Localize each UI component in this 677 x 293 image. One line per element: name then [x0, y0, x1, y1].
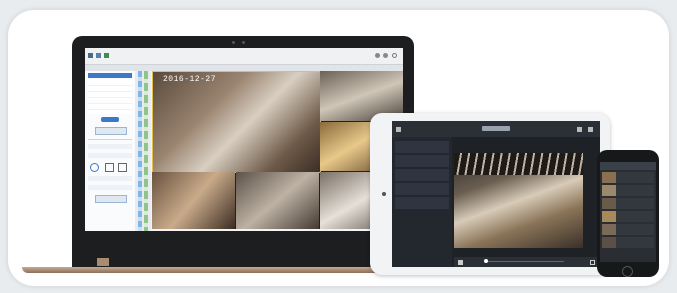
- player-controls: [454, 257, 600, 267]
- list-item[interactable]: [395, 183, 449, 195]
- recordings-title: [482, 126, 510, 131]
- phone-screen: [600, 162, 656, 262]
- laptop-screen: 2016-12-27: [85, 48, 403, 231]
- seek-handle[interactable]: [484, 259, 488, 263]
- list-item[interactable]: [395, 141, 449, 153]
- tablet-home-button: [382, 192, 386, 196]
- zoom-icon[interactable]: [105, 163, 114, 172]
- menu-icon[interactable]: [88, 53, 93, 58]
- phone-home-button: [622, 266, 633, 277]
- list-icon[interactable]: [577, 127, 582, 132]
- camera-view-5[interactable]: [236, 172, 319, 229]
- camera-view-4[interactable]: [152, 172, 235, 229]
- user-icon[interactable]: [383, 53, 388, 58]
- tablet-screen: [392, 121, 600, 267]
- recording-bars: [138, 71, 142, 231]
- divider: [88, 139, 132, 140]
- camera-view-main[interactable]: 2016-12-27: [152, 71, 321, 173]
- list-item[interactable]: [395, 169, 449, 181]
- fullscreen-icon[interactable]: [118, 163, 127, 172]
- grid-icon[interactable]: [96, 53, 101, 58]
- volume-field[interactable]: [88, 185, 132, 190]
- event-bars: [144, 71, 148, 231]
- phone-header: [600, 162, 656, 170]
- app-toolbar: [85, 48, 403, 65]
- calendar-grid[interactable]: [88, 80, 132, 114]
- live-timestamp: 2016-12-27: [163, 75, 217, 84]
- list-item[interactable]: [602, 224, 654, 235]
- speed-field[interactable]: [88, 176, 132, 181]
- recording-list: [392, 137, 452, 267]
- camera-select[interactable]: [88, 153, 132, 158]
- list-item[interactable]: [395, 155, 449, 167]
- play-icon[interactable]: [458, 260, 463, 265]
- recordings-header: [392, 121, 600, 137]
- camera-grid: 2016-12-27: [152, 71, 403, 229]
- play-controls[interactable]: [101, 117, 119, 122]
- playback-video[interactable]: [454, 153, 583, 248]
- hinge-notch: [97, 258, 109, 266]
- sync-mode-button[interactable]: [95, 127, 127, 135]
- list-item[interactable]: [395, 197, 449, 209]
- list-item[interactable]: [602, 211, 654, 222]
- export-button[interactable]: [95, 195, 127, 203]
- list-item[interactable]: [602, 185, 654, 196]
- search-icon[interactable]: [392, 53, 397, 58]
- chat-icon[interactable]: [375, 53, 380, 58]
- app-icon[interactable]: [104, 53, 109, 58]
- playback-sidebar: [85, 71, 136, 231]
- fullscreen-icon[interactable]: [590, 260, 595, 265]
- list-item[interactable]: [602, 172, 654, 183]
- timeline-strip[interactable]: [135, 71, 151, 231]
- calendar-header: [88, 73, 132, 78]
- list-item[interactable]: [602, 237, 654, 248]
- camera-dot: [232, 41, 235, 44]
- camera-lens: [242, 41, 245, 44]
- layout-field[interactable]: [88, 144, 132, 149]
- menu-icon[interactable]: [396, 127, 401, 132]
- list-item[interactable]: [602, 198, 654, 209]
- ceiling-lights: [454, 153, 583, 175]
- filter-icon[interactable]: [588, 127, 593, 132]
- seek-bar[interactable]: [484, 261, 564, 262]
- snapshot-icon[interactable]: [90, 163, 99, 172]
